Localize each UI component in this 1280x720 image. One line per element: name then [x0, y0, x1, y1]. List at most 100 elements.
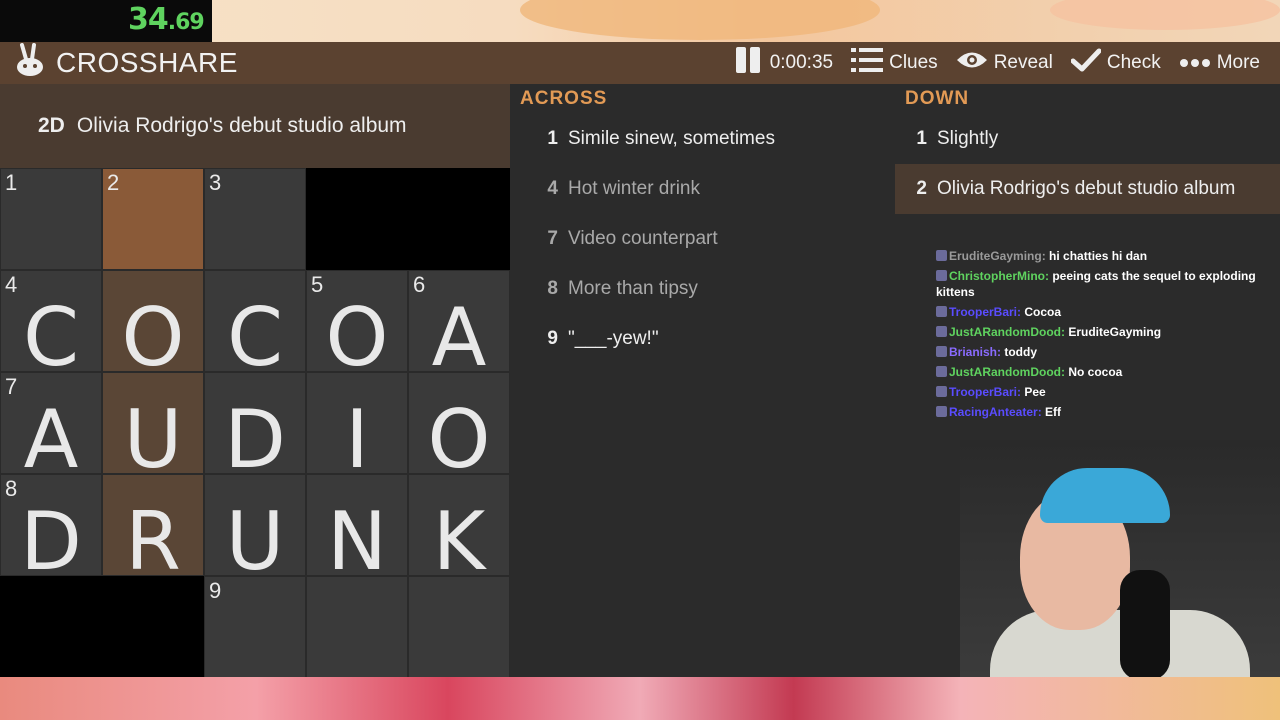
grid-cell[interactable]: D — [204, 372, 306, 486]
clue-number: 8 — [547, 278, 558, 299]
chat-text: hi chatties hi dan — [1049, 249, 1148, 263]
crosshare-logo[interactable]: CROSSHARE — [12, 42, 238, 84]
clue-number: 4 — [547, 178, 558, 199]
more-label: More — [1216, 52, 1260, 73]
more-dots-icon — [1179, 52, 1211, 74]
reveal-button[interactable]: Reveal — [956, 49, 1053, 77]
chat-message: RacingAnteater: Eff — [932, 402, 1280, 422]
grid-cell[interactable]: U — [204, 474, 306, 588]
cell-number: 9 — [209, 578, 222, 603]
grid-cell[interactable] — [408, 576, 510, 678]
current-clue-number: 2D — [38, 114, 65, 137]
chat-badge-icon — [936, 326, 947, 337]
grid-cell[interactable]: 6A — [408, 270, 510, 384]
across-clue[interactable]: 1 Simile sinew, sometimes — [526, 114, 896, 164]
grid-cell[interactable]: O — [102, 270, 204, 384]
clue-number: 1 — [916, 128, 927, 149]
across-clue[interactable]: 4 Hot winter drink — [526, 164, 896, 214]
chat-text: Cocoa — [1024, 305, 1062, 319]
clue-text: Olivia Rodrigo's debut studio album — [937, 178, 1236, 199]
cell-letter: C — [227, 291, 283, 384]
pause-button[interactable]: 0:00:35 — [734, 46, 833, 80]
speedrun-timer: 34.69 — [0, 0, 212, 42]
across-heading: ACROSS — [520, 88, 608, 109]
chat-username: TrooperBari — [949, 385, 1018, 399]
clue-number: 9 — [547, 328, 558, 349]
cell-letter: U — [225, 495, 285, 588]
more-button[interactable]: More — [1179, 52, 1260, 74]
chat-username: Brianish — [949, 345, 998, 359]
timer-fraction: .69 — [167, 10, 205, 35]
elapsed-time: 0:00:35 — [769, 52, 834, 73]
chat-text: No cocoa — [1068, 365, 1123, 379]
grid-cell[interactable] — [306, 576, 408, 678]
grid-cell[interactable]: 1 — [0, 168, 102, 270]
grid-cell[interactable]: R — [102, 474, 204, 588]
chat-message: ChristopherMino: peeing cats the sequel … — [936, 269, 1256, 299]
chat-badge-icon — [936, 250, 947, 261]
chat-message: EruditeGayming: hi chatties hi dan — [932, 246, 1280, 266]
chat-message: JustARandomDood: EruditeGayming — [932, 322, 1280, 342]
cell-letter: D — [224, 393, 286, 486]
grid-cell[interactable]: 4C — [0, 270, 102, 384]
grid-cell[interactable]: 5O — [306, 270, 408, 384]
cell-letter: O — [427, 393, 491, 486]
grid-cell[interactable]: 9 — [204, 576, 306, 678]
logo-text: CROSSHARE — [56, 47, 238, 78]
chat-message: TrooperBari: Pee — [932, 382, 1280, 402]
stream-background-bottom — [0, 677, 1280, 720]
crossword-grid: 1234COC5O6A7AUDIO8DRUNK9 — [0, 168, 510, 678]
grid-cell[interactable]: N — [306, 474, 408, 588]
clue-number: 2 — [916, 178, 927, 199]
cell-number: 1 — [5, 170, 18, 195]
across-clue[interactable]: 9 "___-yew!" — [526, 314, 896, 364]
cell-number: 3 — [209, 170, 222, 195]
clue-number: 1 — [547, 128, 558, 149]
cell-letter: A — [23, 393, 79, 486]
clue-text: Video counterpart — [568, 228, 718, 249]
down-clue-active[interactable]: 2 Olivia Rodrigo's debut studio album — [895, 164, 1280, 214]
grid-cell[interactable]: 2 — [102, 168, 204, 270]
app-header: CROSSHARE 0:00:35 Clues Reveal Check Mor… — [0, 42, 1280, 84]
chat-text: Pee — [1024, 385, 1046, 399]
current-clue-banner: 2D Olivia Rodrigo's debut studio album — [0, 84, 530, 168]
cell-letter: C — [23, 291, 79, 384]
grid-block — [408, 168, 510, 270]
chat-message: Brianish: toddy — [932, 342, 1280, 362]
cell-letter: N — [327, 495, 387, 588]
clues-button[interactable]: Clues — [851, 47, 938, 79]
grid-cell[interactable]: 8D — [0, 474, 102, 588]
clue-text: "___-yew!" — [568, 328, 659, 349]
current-clue-text: Olivia Rodrigo's debut studio album — [76, 114, 407, 137]
stream-chat-overlay: EruditeGayming: hi chatties hi dan Christ… — [932, 246, 1280, 438]
down-clue[interactable]: 1 Slightly — [895, 114, 1280, 164]
clue-text: Hot winter drink — [568, 178, 700, 199]
across-clue[interactable]: 7 Video counterpart — [526, 214, 896, 264]
grid-cell[interactable]: U — [102, 372, 204, 486]
webcam-feed — [960, 440, 1280, 677]
grid-block — [102, 576, 204, 678]
grid-cell[interactable]: K — [408, 474, 510, 588]
chat-badge-icon — [936, 386, 947, 397]
chat-badge-icon — [936, 366, 947, 377]
chat-badge-icon — [936, 406, 947, 417]
grid-cell[interactable]: I — [306, 372, 408, 486]
chat-text: toddy — [1004, 345, 1038, 359]
grid-cell[interactable]: 3 — [204, 168, 306, 270]
cell-letter: K — [432, 495, 486, 588]
chat-text: EruditeGayming — [1068, 325, 1162, 339]
cell-number: 2 — [107, 170, 120, 195]
chat-username: JustARandomDood — [949, 365, 1061, 379]
across-clue[interactable]: 8 More than tipsy — [526, 264, 896, 314]
grid-cell[interactable]: C — [204, 270, 306, 384]
clue-text: More than tipsy — [568, 278, 698, 299]
chat-message: JustARandomDood: No cocoa — [932, 362, 1280, 382]
grid-block — [0, 576, 102, 678]
checkmark-icon — [1070, 48, 1102, 78]
timer-seconds: 34 — [128, 2, 169, 37]
grid-cell[interactable]: O — [408, 372, 510, 486]
grid-cell[interactable]: 7A — [0, 372, 102, 486]
chat-badge-icon — [936, 270, 947, 281]
cell-letter: U — [123, 393, 183, 486]
check-button[interactable]: Check — [1070, 48, 1161, 78]
